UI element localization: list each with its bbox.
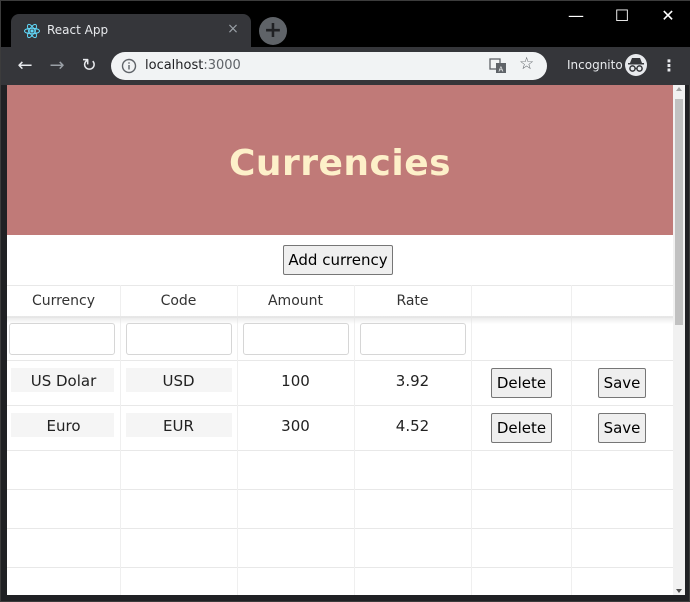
react-icon: [24, 23, 40, 39]
cell-amount[interactable]: 100: [237, 372, 354, 390]
grid-line: [571, 285, 572, 595]
column-header-currency[interactable]: Currency: [7, 293, 120, 309]
grid-line: [120, 285, 121, 595]
tab-react-app[interactable]: React App ×: [11, 14, 251, 48]
title-bar: React App × + — ☐ ✕: [1, 1, 690, 48]
url-text[interactable]: localhost:3000: [145, 58, 241, 73]
cell-code[interactable]: EUR: [120, 417, 237, 435]
currency-filter-input[interactable]: [9, 323, 115, 355]
url-host: localhost: [145, 58, 204, 73]
svg-text:A: A: [499, 66, 504, 74]
grid-line: [237, 285, 238, 595]
scroll-thumb[interactable]: [675, 99, 683, 325]
translate-icon[interactable]: A: [489, 57, 507, 75]
close-window-button[interactable]: ✕: [645, 1, 690, 31]
browser-menu-icon[interactable]: ⋮: [661, 55, 677, 77]
info-icon[interactable]: [121, 58, 137, 74]
column-header-rate[interactable]: Rate: [354, 293, 471, 309]
cell-rate[interactable]: 3.92: [354, 372, 471, 390]
save-button[interactable]: Save: [598, 368, 646, 398]
grid-line: [7, 450, 673, 451]
address-bar[interactable]: localhost:3000 A ☆: [111, 52, 547, 80]
browser-toolbar: ← → ↻ localhost:3000 A ☆ Incognito ⋮: [1, 47, 690, 85]
grid-line: [7, 405, 673, 406]
grid-line: [7, 360, 673, 361]
scroll-down-icon[interactable]: [676, 589, 682, 593]
column-header-code[interactable]: Code: [120, 293, 237, 309]
maximize-button[interactable]: ☐: [599, 1, 645, 31]
new-tab-button[interactable]: +: [259, 17, 287, 45]
grid-line: [471, 285, 472, 595]
cell-amount[interactable]: 300: [237, 417, 354, 435]
cell-currency[interactable]: Euro: [7, 417, 120, 435]
incognito-icon[interactable]: [625, 54, 647, 76]
page-scrollbar[interactable]: [673, 85, 685, 595]
grid-line: [354, 285, 355, 595]
scroll-up-icon[interactable]: [676, 87, 682, 91]
page-viewport: Currencies Add currency Currency Code Am…: [7, 85, 673, 595]
page-title: Currencies: [228, 143, 452, 184]
forward-arrow-icon[interactable]: →: [45, 54, 69, 78]
minimize-button[interactable]: —: [553, 1, 599, 31]
save-button[interactable]: Save: [598, 413, 646, 443]
browser-window: React App × + — ☐ ✕ ← → ↻ localhost:3000…: [0, 0, 690, 602]
grid-line: [7, 528, 673, 529]
column-header-amount[interactable]: Amount: [237, 293, 354, 309]
delete-button[interactable]: Delete: [491, 368, 552, 398]
code-filter-input[interactable]: [126, 323, 232, 355]
cell-currency[interactable]: US Dolar: [7, 372, 120, 390]
reload-icon[interactable]: ↻: [77, 54, 101, 78]
rate-filter-input[interactable]: [360, 323, 466, 355]
tab-title: React App: [47, 23, 109, 37]
bookmark-star-icon[interactable]: ☆: [519, 54, 534, 74]
grid-line: [7, 285, 673, 286]
cell-rate[interactable]: 4.52: [354, 417, 471, 435]
incognito-label: Incognito: [567, 58, 623, 72]
url-port: :3000: [203, 58, 241, 73]
delete-button[interactable]: Delete: [491, 413, 552, 443]
tab-close-icon[interactable]: ×: [225, 21, 241, 37]
grid-line: [7, 489, 673, 490]
add-currency-button[interactable]: Add currency: [283, 245, 393, 275]
app-header: Currencies: [7, 85, 673, 235]
grid-line: [7, 567, 673, 568]
cell-code[interactable]: USD: [120, 372, 237, 390]
back-arrow-icon[interactable]: ←: [13, 54, 37, 78]
amount-filter-input[interactable]: [243, 323, 349, 355]
